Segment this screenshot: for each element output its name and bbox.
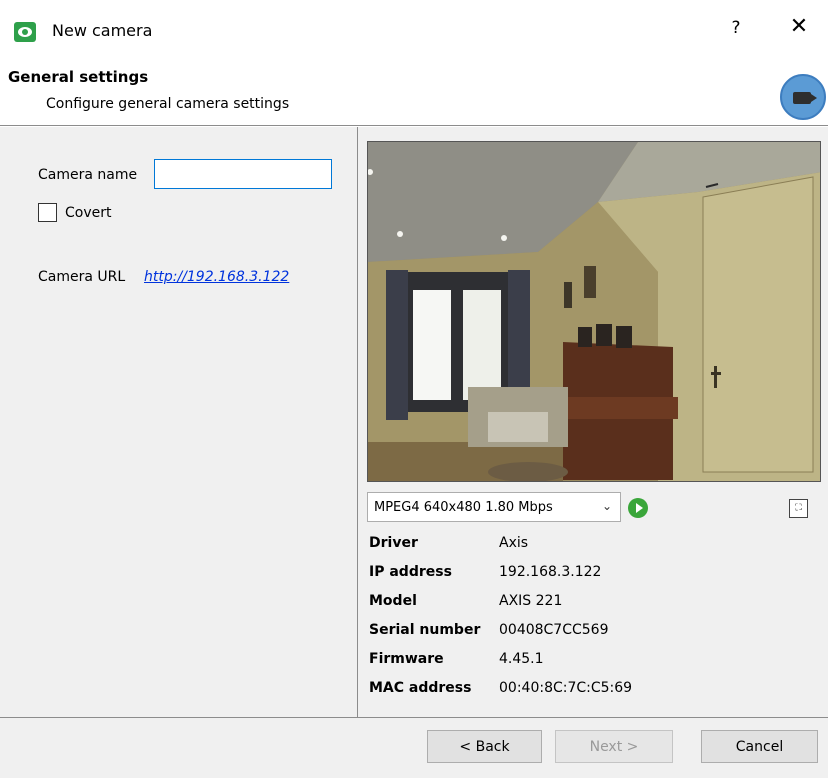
content-area: Camera name Covert Camera URL http://192… <box>0 127 828 717</box>
serial-number-value: 00408C7CC569 <box>499 622 609 638</box>
close-button[interactable]: ✕ <box>786 14 812 39</box>
model-label: Model <box>369 593 417 609</box>
window-title: New camera <box>52 21 153 40</box>
cancel-button[interactable]: Cancel <box>701 730 818 763</box>
title-bar: New camera ? ✕ <box>0 0 828 62</box>
mac-address-label: MAC address <box>369 680 472 696</box>
ip-address-label: IP address <box>369 564 452 580</box>
camera-icon <box>780 74 826 120</box>
serial-number-label: Serial number <box>369 622 481 638</box>
eye-icon <box>14 22 36 42</box>
firmware-value: 4.45.1 <box>499 651 544 667</box>
camera-name-input[interactable] <box>154 159 332 189</box>
covert-label: Covert <box>65 204 112 221</box>
play-icon[interactable] <box>628 498 648 518</box>
preview-pane: MPEG4 640x480 1.80 Mbps ⌄ ⛶ Driver Axis … <box>359 127 828 717</box>
driver-value: Axis <box>499 535 529 551</box>
fit-to-window-icon[interactable]: ⛶ <box>789 499 808 518</box>
covert-checkbox-row[interactable]: Covert <box>38 203 111 222</box>
camera-preview-image <box>367 141 821 482</box>
wizard-footer: < Back Next > Cancel <box>0 717 828 778</box>
driver-label: Driver <box>369 535 418 551</box>
ip-address-value: 192.168.3.122 <box>499 564 602 580</box>
help-button[interactable]: ? <box>726 18 746 38</box>
page-title: General settings <box>8 68 149 86</box>
page-subtitle: Configure general camera settings <box>46 96 290 112</box>
next-button[interactable]: Next > <box>555 730 673 763</box>
mac-address-value: 00:40:8C:7C:C5:69 <box>499 680 633 696</box>
firmware-label: Firmware <box>369 651 444 667</box>
page-header: General settings Configure general camer… <box>0 62 828 126</box>
back-button[interactable]: < Back <box>427 730 542 763</box>
stream-select-value: MPEG4 640x480 1.80 Mbps <box>374 499 553 515</box>
camera-name-label: Camera name <box>38 167 138 183</box>
model-value: AXIS 221 <box>499 593 563 609</box>
settings-pane: Camera name Covert Camera URL http://192… <box>0 127 358 717</box>
camera-url-label: Camera URL <box>38 269 126 285</box>
stream-select[interactable]: MPEG4 640x480 1.80 Mbps ⌄ <box>367 492 621 522</box>
chevron-down-icon: ⌄ <box>601 499 612 513</box>
camera-url-link[interactable]: http://192.168.3.122 <box>144 269 289 285</box>
covert-checkbox[interactable] <box>38 203 57 222</box>
